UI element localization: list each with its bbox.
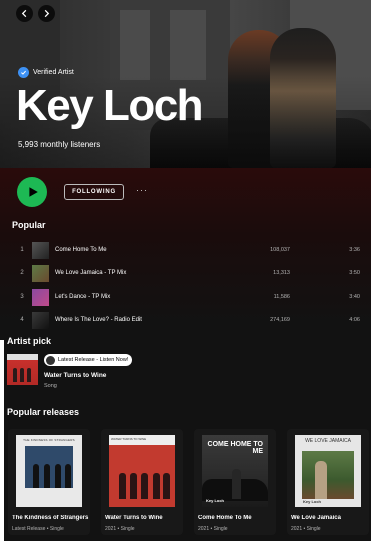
cover-photo	[302, 451, 354, 499]
play-icon	[29, 187, 38, 197]
track-name: Let's Dance - TP Mix	[55, 294, 111, 300]
verified-check-icon	[18, 67, 29, 78]
more-options-button[interactable]: ···	[136, 186, 148, 195]
track-name: Where Is The Love? - Radio Edit	[55, 317, 142, 323]
track-duration: 3:50	[349, 270, 360, 276]
track-duration: 3:36	[349, 247, 360, 253]
artist-name: Key Loch	[16, 81, 204, 130]
cover-caption: WATER TURNS TO WINE	[109, 435, 175, 445]
cover-photo	[25, 446, 73, 488]
popular-releases-title: Popular releases	[7, 407, 80, 417]
artist-pick-thumbnail[interactable]	[7, 354, 38, 385]
release-subtitle: 2021 • Single	[291, 526, 321, 532]
chevron-left-icon	[21, 9, 27, 18]
page-edge	[371, 0, 375, 541]
forward-button[interactable]	[38, 5, 55, 22]
release-card[interactable]: WE LOVE JAMAICA Key Loch We Love Jamaica…	[287, 429, 369, 535]
release-card[interactable]: COME HOME TO ME Key Loch Come Home To Me…	[194, 429, 276, 535]
track-thumbnail	[32, 311, 49, 329]
track-duration: 4:06	[349, 317, 360, 323]
cover-caption: COME HOME TO ME	[207, 441, 263, 455]
release-cover: WE LOVE JAMAICA Key Loch	[295, 435, 361, 507]
popular-section-title: Popular	[12, 220, 46, 230]
track-name: We Love Jamaica - TP Mix	[55, 270, 127, 276]
monthly-listeners: 5,993 monthly listeners	[18, 140, 101, 149]
track-row[interactable]: 2 We Love Jamaica - TP Mix 13,313 3:50	[12, 263, 362, 283]
release-card[interactable]: WATER TURNS TO WINE Water Turns to Wine …	[101, 429, 183, 535]
cover-logo: Key Loch	[303, 499, 322, 504]
play-button[interactable]	[17, 177, 47, 207]
cover-caption: WE LOVE JAMAICA	[305, 438, 351, 444]
artist-pick-item-title[interactable]: Water Turns to Wine	[44, 372, 106, 379]
track-plays: 11,586	[273, 294, 290, 300]
track-number: 3	[20, 294, 24, 300]
release-cover: WATER TURNS TO WINE	[109, 435, 175, 507]
track-plays: 108,037	[270, 247, 290, 253]
release-title: Water Turns to Wine	[105, 515, 163, 521]
release-title: We Love Jamaica	[291, 515, 341, 521]
figure-shape	[13, 368, 17, 382]
artist-pick-tag[interactable]: Latest Release - Listen Now!	[44, 354, 133, 366]
page-edge	[0, 340, 4, 541]
figure-shape	[315, 461, 327, 499]
track-name: Come Home To Me	[55, 247, 107, 253]
track-thumbnail	[32, 288, 49, 306]
avatar	[46, 355, 55, 365]
back-button[interactable]	[16, 5, 33, 22]
release-subtitle: 2021 • Single	[105, 526, 135, 532]
track-number: 1	[20, 247, 24, 253]
verified-label: Verified Artist	[33, 69, 74, 76]
figure-shape	[27, 368, 31, 382]
cover-logo: Key Loch	[206, 498, 225, 503]
track-row[interactable]: 4 Where Is The Love? - Radio Edit 274,16…	[12, 310, 362, 330]
chevron-right-icon	[44, 9, 50, 18]
artist-pick-item-type: Song	[44, 383, 57, 389]
verified-artist-badge: Verified Artist	[18, 67, 74, 78]
track-number: 2	[20, 270, 24, 276]
release-cover: COME HOME TO ME Key Loch	[202, 435, 268, 507]
track-row[interactable]: 1 Come Home To Me 108,037 3:36	[12, 240, 362, 260]
track-duration: 3:40	[349, 294, 360, 300]
release-subtitle: 2021 • Single	[198, 526, 228, 532]
release-subtitle: Latest Release • Single	[12, 526, 64, 532]
release-card[interactable]: THE KINDNESS OF STRANGERS The Kindness o…	[8, 429, 90, 535]
artist-pick-tag-label: Latest Release - Listen Now!	[58, 357, 129, 363]
track-thumbnail	[32, 264, 49, 282]
track-row[interactable]: 3 Let's Dance - TP Mix 11,586 3:40	[12, 287, 362, 307]
following-button[interactable]: FOLLOWING	[64, 184, 124, 200]
track-plays: 274,169	[270, 317, 290, 323]
track-plays: 13,313	[273, 270, 290, 276]
figure-shape	[20, 368, 24, 382]
release-cover: THE KINDNESS OF STRANGERS	[16, 435, 82, 507]
artist-pick-title: Artist pick	[7, 336, 52, 346]
track-number: 4	[20, 317, 24, 323]
track-thumbnail	[32, 241, 49, 259]
release-title: The Kindness of Strangers	[12, 515, 89, 521]
figure-shape	[232, 469, 241, 499]
cover-caption: THE KINDNESS OF STRANGERS	[23, 438, 75, 442]
release-title: Come Home To Me	[198, 515, 252, 521]
